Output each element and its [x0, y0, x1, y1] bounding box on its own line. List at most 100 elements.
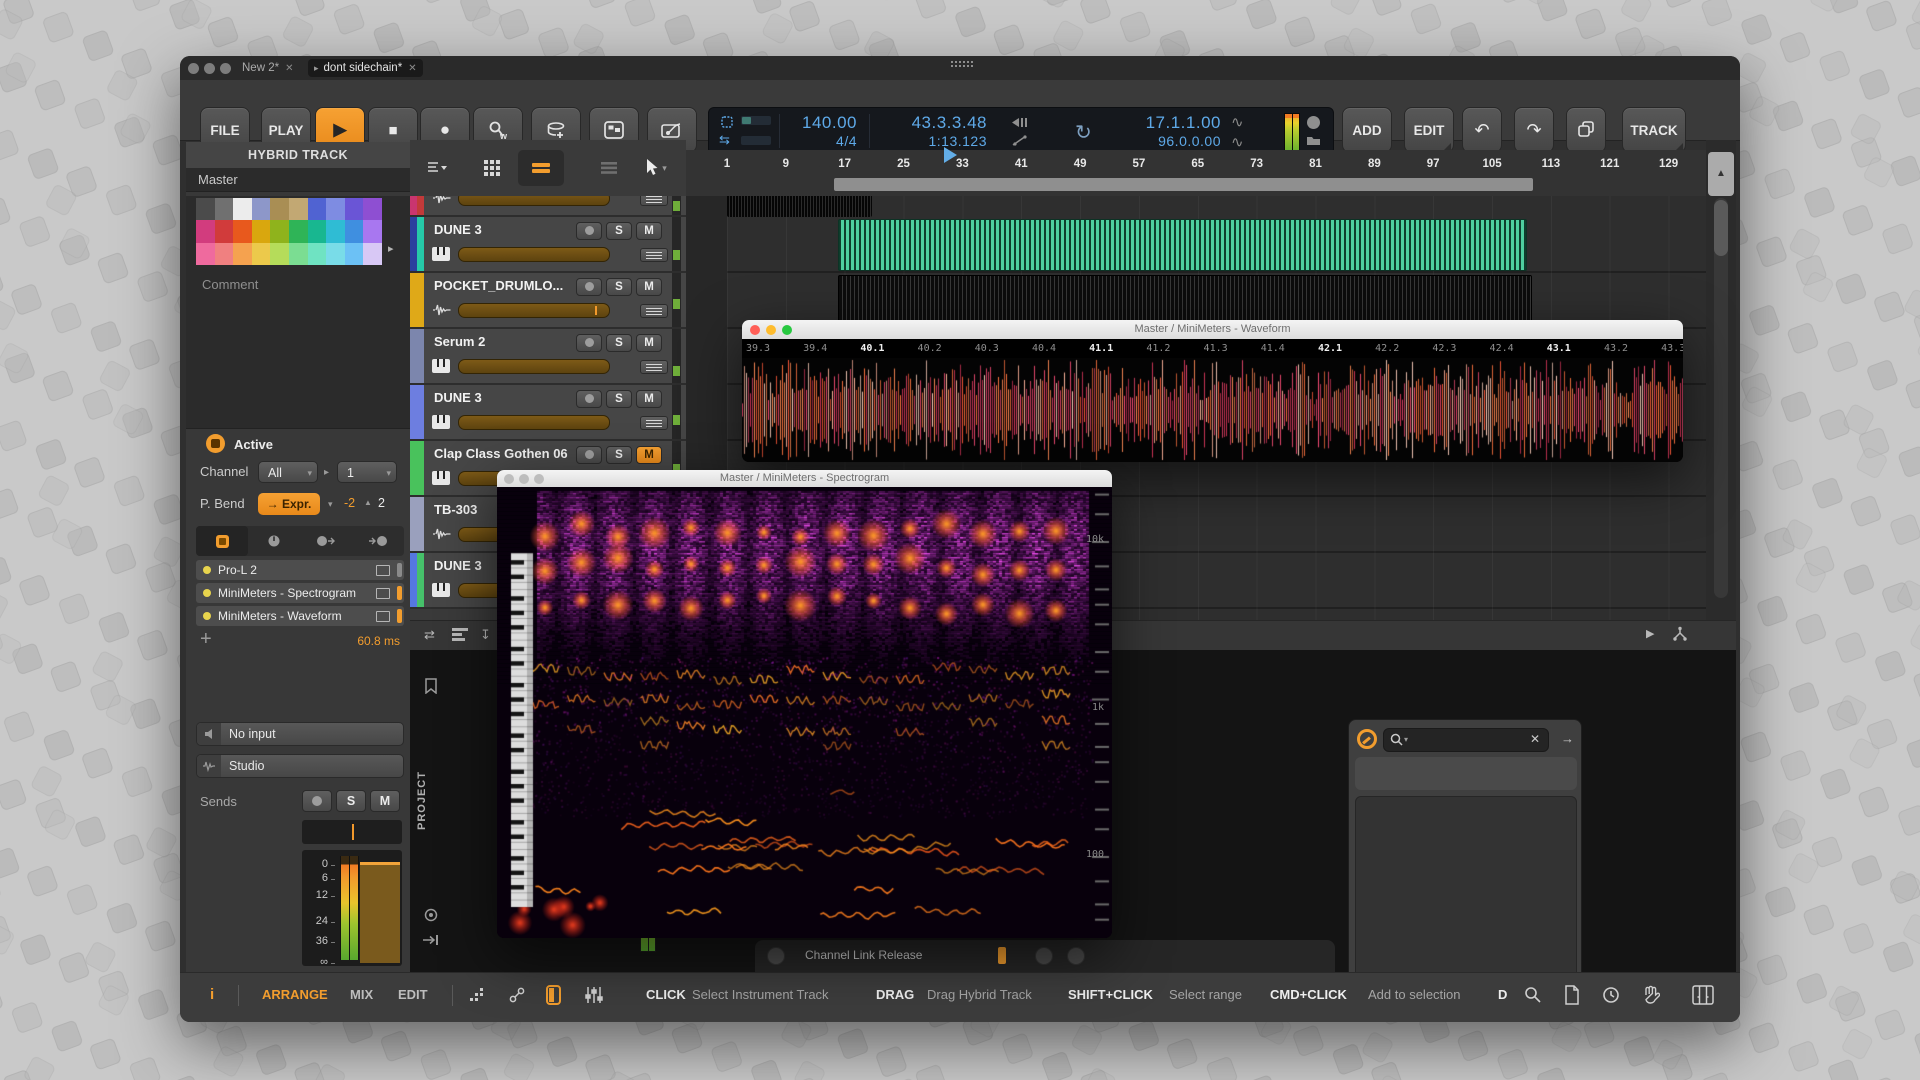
color-swatch[interactable]	[196, 198, 215, 220]
layered-edit-icon[interactable]	[1672, 626, 1688, 645]
active-chip-icon[interactable]	[206, 434, 225, 453]
chevron-down-icon[interactable]: ▾	[328, 499, 333, 510]
record-indicator-icon[interactable]	[1307, 116, 1320, 129]
track-menu-button[interactable]	[640, 248, 668, 262]
color-swatch[interactable]	[270, 243, 289, 265]
color-swatch[interactable]	[363, 198, 382, 220]
browser-filter-row[interactable]	[1355, 757, 1577, 790]
tab-devices[interactable]	[196, 526, 248, 556]
device-enabled-icon[interactable]	[203, 612, 211, 620]
scrollbar-thumb[interactable]	[1714, 200, 1728, 256]
automation-lane-icon[interactable]	[452, 627, 468, 644]
song-position[interactable]: 43.3.3.48	[869, 113, 987, 133]
song-time[interactable]: 1:13.123	[869, 133, 987, 149]
undo-button[interactable]: ↶	[1462, 107, 1502, 153]
record-arm-button[interactable]	[576, 446, 602, 464]
color-swatch[interactable]	[326, 220, 345, 242]
color-swatch[interactable]	[289, 220, 308, 242]
color-swatch[interactable]	[326, 198, 345, 220]
track-menu-button[interactable]	[640, 416, 668, 430]
pan-slider[interactable]	[302, 820, 402, 844]
solo-button[interactable]: S	[606, 334, 632, 352]
punch-in-icon[interactable]	[1009, 116, 1031, 129]
close-icon[interactable]: ✕	[285, 63, 293, 74]
audio-input-select[interactable]: No input	[196, 722, 404, 746]
track-row[interactable]: DUNE 3SM	[410, 385, 686, 441]
color-swatch[interactable]	[252, 220, 271, 242]
loop-icon[interactable]: ↻	[1075, 120, 1092, 145]
close-window-icon[interactable]	[188, 63, 199, 74]
knob-icon[interactable]	[767, 947, 785, 965]
color-swatch[interactable]	[252, 243, 271, 265]
color-swatch[interactable]	[252, 198, 271, 220]
loop-length-display[interactable]: 96.0.0.00	[1105, 133, 1221, 149]
device-window-icon[interactable]	[376, 565, 390, 576]
mode-mix[interactable]: MIX	[350, 973, 373, 1017]
device-row[interactable]: MiniMeters - Waveform	[196, 606, 404, 626]
mixer-icon[interactable]	[584, 985, 604, 1005]
scale-dots-icon[interactable]	[470, 988, 486, 1002]
color-swatch[interactable]	[308, 243, 327, 265]
hand-icon[interactable]	[1642, 985, 1660, 1005]
solo-button[interactable]: S	[606, 278, 632, 296]
piano-icon[interactable]	[1692, 985, 1714, 1005]
tab-in-knob[interactable]	[352, 526, 404, 556]
solo-button[interactable]: S	[606, 222, 632, 240]
track-menu-button[interactable]	[640, 360, 668, 374]
lane-view-icon[interactable]	[518, 150, 564, 186]
color-swatch[interactable]	[196, 220, 215, 242]
record-arm-button[interactable]	[576, 334, 602, 352]
fade-icon[interactable]: ∿	[1231, 133, 1244, 151]
solo-button[interactable]: S	[606, 446, 632, 464]
transport-display[interactable]: ⇆ 140.00 4/4 43.3.3.48 1:13.123 ↻ 17.1.1…	[708, 107, 1334, 155]
browser-search-box[interactable]: ▾ ✕	[1383, 728, 1549, 752]
track-level-bar[interactable]	[458, 247, 610, 262]
folder-icon[interactable]	[1306, 134, 1321, 146]
mode-arrange[interactable]: ARRANGE	[262, 973, 328, 1017]
track-level-bar[interactable]	[458, 303, 610, 318]
color-swatch[interactable]	[233, 243, 252, 265]
mute-button[interactable]: M	[370, 790, 400, 812]
record-arm-button[interactable]	[576, 390, 602, 408]
mute-button[interactable]: M	[636, 446, 662, 464]
info-icon[interactable]: i	[210, 973, 214, 1017]
tempo-display[interactable]: 140.00	[757, 113, 857, 133]
color-swatch[interactable]	[215, 198, 234, 220]
tab-new2[interactable]: New 2*✕	[236, 59, 299, 77]
mode-edit[interactable]: EDIT	[398, 973, 428, 1017]
edit-button[interactable]: EDIT	[1404, 107, 1454, 153]
color-swatch[interactable]	[270, 198, 289, 220]
tab-knob[interactable]	[248, 526, 300, 556]
knob-icon[interactable]	[1067, 947, 1085, 965]
channel-link-release-label[interactable]: Channel Link Release	[805, 948, 922, 962]
palette-expand-icon[interactable]: ▸	[388, 242, 394, 255]
pitchbend-min[interactable]: -2	[344, 496, 355, 510]
project-panel-label[interactable]: PROJECT	[416, 746, 436, 856]
mute-button[interactable]: M	[636, 334, 662, 352]
stepper-icon[interactable]: ▲	[364, 498, 372, 507]
track-row[interactable]: Serum 2SM	[410, 329, 686, 385]
track-row[interactable]: SM	[410, 196, 686, 217]
bookmark-icon[interactable]	[424, 678, 438, 694]
clip-dune3[interactable]	[838, 219, 1527, 271]
channel-number-select[interactable]: 1▾	[337, 461, 397, 483]
drag-handle-icon[interactable]	[951, 61, 973, 71]
record-arm-button[interactable]	[576, 222, 602, 240]
document-icon[interactable]	[1564, 985, 1580, 1005]
track-level-bar[interactable]	[458, 359, 610, 374]
color-swatch[interactable]	[363, 220, 382, 242]
duplicate-button[interactable]	[1566, 107, 1606, 153]
solo-button[interactable]: S	[606, 390, 632, 408]
browser-forward-icon[interactable]: →	[1561, 731, 1574, 746]
search-icon[interactable]	[1524, 986, 1542, 1004]
add-device-button[interactable]: +	[200, 628, 212, 651]
color-swatch[interactable]	[308, 220, 327, 242]
monitor-dot-icon[interactable]	[424, 908, 438, 922]
comment-box[interactable]: Comment	[186, 267, 410, 429]
device-enabled-icon[interactable]	[203, 589, 211, 597]
panel-toggle-icon[interactable]	[546, 985, 561, 1005]
audio-output-select[interactable]: Studio	[196, 754, 404, 778]
tab-knob-out[interactable]	[300, 526, 352, 556]
minimeters-waveform-window[interactable]: Master / MiniMeters - Waveform 39.339.44…	[742, 320, 1683, 462]
loop-start-display[interactable]: 17.1.1.00	[1105, 113, 1221, 133]
